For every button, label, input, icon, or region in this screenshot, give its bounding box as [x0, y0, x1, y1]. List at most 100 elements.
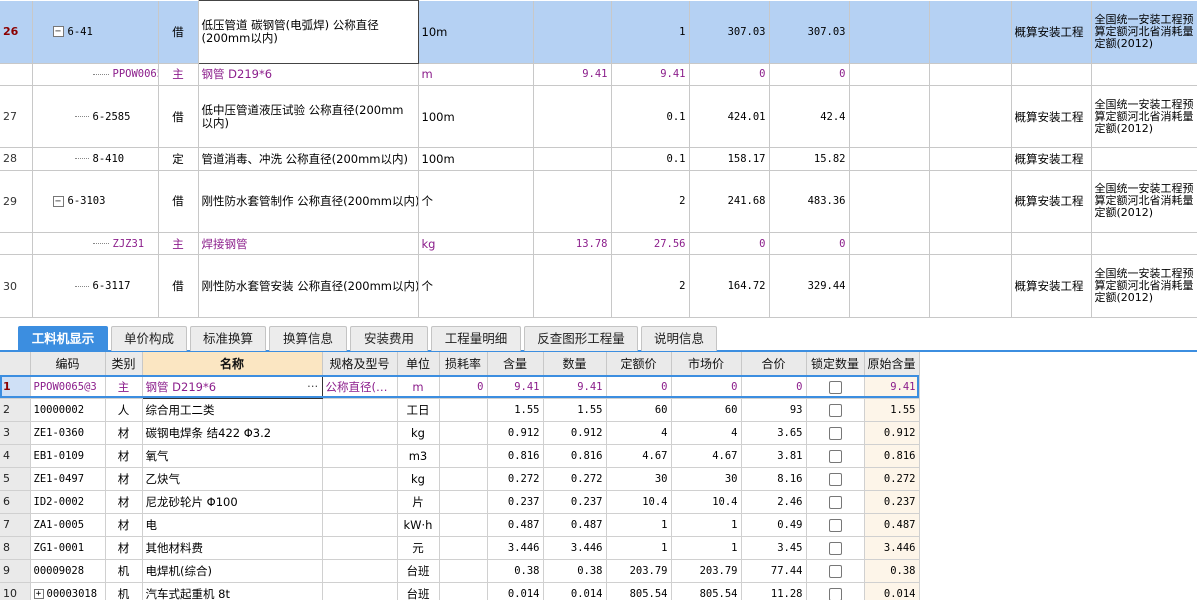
col-header-original-content[interactable]: 原始含量 — [864, 352, 920, 376]
lock-checkbox[interactable] — [828, 541, 842, 555]
loss-rate-cell[interactable] — [439, 513, 488, 537]
lock-quantity-cell[interactable] — [806, 582, 865, 600]
name-cell[interactable]: 刚性防水套管安装 公称直径(200mm以内) — [198, 254, 419, 318]
name-cell[interactable]: 其他材料费 — [142, 536, 323, 560]
spec-cell[interactable] — [322, 421, 398, 445]
col-header-unit[interactable]: 单位 — [397, 352, 440, 376]
loss-rate-cell[interactable] — [439, 490, 488, 514]
lock-quantity-cell[interactable] — [806, 490, 865, 514]
resource-row[interactable]: 2 10000002 人综合用工二类 工日 1.55 1.55 60 60 93 1.55 — [0, 398, 920, 422]
plus-box-icon[interactable]: + — [33, 588, 44, 599]
lock-quantity-cell[interactable] — [806, 513, 865, 537]
resource-row[interactable]: 9 00009028 机电焊机(综合) 台班 0.38 0.38 203.79 203.79 7… — [0, 559, 920, 583]
lock-quantity-cell[interactable] — [806, 375, 865, 399]
market-price-cell[interactable]: 4.67 — [671, 444, 742, 468]
lock-checkbox[interactable] — [828, 587, 842, 600]
minus-box-icon[interactable]: − — [52, 195, 64, 207]
resource-row[interactable]: 8 ZG1-0001 材其他材料费元 3.446 3.446 1 1 3.45 3.446 — [0, 536, 920, 560]
loss-rate-cell[interactable] — [439, 398, 488, 422]
lock-quantity-cell[interactable] — [806, 444, 865, 468]
name-cell[interactable]: 钢管 D219*6 ⋯ — [141, 374, 323, 399]
market-price-cell[interactable]: 60 — [671, 398, 742, 422]
quota-row[interactable]: 29 −6-3103 借 刚性防水套管制作 公称直径(200mm以内) 个 2 … — [0, 170, 1197, 234]
loss-rate-cell[interactable] — [439, 467, 488, 491]
quota-row[interactable]: 26 −6-41 借 低压管道 碳钢管(电弧焊) 公称直径(200mm以内) 1… — [0, 0, 1197, 64]
minus-box-icon[interactable]: − — [52, 26, 64, 38]
quantity-cell[interactable]: 0.912 — [543, 421, 607, 445]
spec-cell[interactable] — [322, 398, 398, 422]
resource-row[interactable]: 3 ZE1-0360 材碳钢电焊条 结422 Φ3.2 kg 0.912 0.912 4 4 3… — [0, 421, 920, 445]
resource-row[interactable]: 6 ID2-0002 材尼龙砂轮片 Φ100 片 0.237 0.237 10.4 10.4 2… — [0, 490, 920, 514]
name-cell[interactable]: 低中压管道液压试验 公称直径(200mm以内) — [198, 85, 419, 149]
col-header-type[interactable]: 类别 — [105, 352, 143, 376]
loss-rate-cell[interactable] — [439, 582, 488, 600]
material-row[interactable]: PPOW0065@3 主 钢管 D219*6 m 9.41 9.41 0 0 — [0, 63, 1197, 86]
resource-row[interactable]: 4 EB1-0109 材氧气 m3 0.816 0.816 4.67 4.67 3.81 0.81… — [0, 444, 920, 468]
lock-checkbox[interactable] — [828, 495, 842, 509]
col-header-content[interactable]: 含量 — [487, 352, 544, 376]
lock-checkbox[interactable] — [828, 403, 842, 417]
spec-cell[interactable]: 公称直径(… — [322, 375, 398, 399]
spec-cell[interactable] — [322, 444, 398, 468]
quantity-cell[interactable]: 27.56 — [611, 232, 690, 256]
content-cell[interactable]: 0.38 — [487, 559, 544, 583]
quantity-cell[interactable]: 9.41 — [611, 63, 690, 86]
spec-cell[interactable] — [322, 490, 398, 514]
ellipsis-icon[interactable]: ⋯ — [307, 379, 319, 393]
quantity-cell[interactable]: 0.014 — [543, 582, 607, 600]
quantity-cell[interactable]: 0.1 — [611, 85, 690, 149]
col-header-total[interactable]: 合价 — [741, 352, 807, 376]
lock-checkbox[interactable] — [828, 449, 842, 463]
loss-rate-cell[interactable] — [439, 559, 488, 583]
quota-row[interactable]: 27 6-2585 借 低中压管道液压试验 公称直径(200mm以内) 100m… — [0, 85, 1197, 149]
content-cell[interactable]: 0.237 — [487, 490, 544, 514]
col-header-spec[interactable]: 规格及型号 — [322, 352, 398, 376]
resource-row[interactable]: 10 +00003018 机汽车式起重机 8t 台班 0.014 0.014 805.54 8… — [0, 582, 920, 600]
code-cell[interactable]: 6-3117 — [32, 254, 159, 318]
spec-cell[interactable] — [322, 582, 398, 600]
content-cell[interactable]: 3.446 — [487, 536, 544, 560]
content-cell[interactable]: 0.912 — [487, 421, 544, 445]
content-cell[interactable]: 1.55 — [487, 398, 544, 422]
tab-conversion-info[interactable]: 换算信息 — [269, 326, 347, 351]
market-price-cell[interactable]: 1 — [671, 536, 742, 560]
lock-checkbox[interactable] — [828, 426, 842, 440]
material-row[interactable]: ZJZ31 主 焊接钢管 kg 13.78 27.56 0 0 — [0, 232, 1197, 256]
tab-reverse-lookup-graphics[interactable]: 反查图形工程量 — [524, 326, 638, 351]
spec-cell[interactable] — [322, 536, 398, 560]
lock-quantity-cell[interactable] — [806, 467, 865, 491]
quantity-cell[interactable]: 0.816 — [543, 444, 607, 468]
tab-labor-material-machine[interactable]: 工料机显示 — [18, 326, 108, 351]
content-cell[interactable]: 0.487 — [487, 513, 544, 537]
loss-rate-cell[interactable]: 0 — [439, 375, 488, 399]
name-cell[interactable]: 尼龙砂轮片 Φ100 — [142, 490, 323, 514]
name-cell[interactable]: 综合用工二类 — [142, 398, 323, 422]
market-price-cell[interactable]: 4 — [671, 421, 742, 445]
name-cell[interactable]: 钢管 D219*6 — [198, 63, 419, 86]
name-cell[interactable]: 乙炔气 — [142, 467, 323, 491]
spec-cell[interactable] — [322, 559, 398, 583]
tab-unit-price-composition[interactable]: 单价构成 — [111, 326, 187, 351]
resource-row[interactable]: 7 ZA1-0005 材电 kW·h 0.487 0.487 1 1 0.49 0.487 — [0, 513, 920, 537]
name-cell[interactable]: 氧气 — [142, 444, 323, 468]
col-header-lock-quantity[interactable]: 锁定数量 — [806, 352, 865, 376]
content-cell[interactable]: 9.41 — [487, 375, 544, 399]
name-cell[interactable]: 低压管道 碳钢管(电弧焊) 公称直径(200mm以内) — [197, 0, 419, 64]
lock-checkbox[interactable] — [828, 518, 842, 532]
lock-checkbox[interactable] — [828, 380, 842, 394]
quantity-cell[interactable]: 0.237 — [543, 490, 607, 514]
loss-rate-cell[interactable] — [439, 536, 488, 560]
lock-checkbox[interactable] — [828, 564, 842, 578]
quantity-cell[interactable]: 3.446 — [543, 536, 607, 560]
col-header-code[interactable]: 编码 — [30, 352, 106, 376]
market-price-cell[interactable]: 30 — [671, 467, 742, 491]
market-price-cell[interactable]: 203.79 — [671, 559, 742, 583]
quantity-cell[interactable]: 0.487 — [543, 513, 607, 537]
name-cell[interactable]: 电焊机(综合) — [142, 559, 323, 583]
name-cell[interactable]: 汽车式起重机 8t — [142, 582, 323, 600]
market-price-cell[interactable]: 805.54 — [671, 582, 742, 600]
market-price-cell[interactable]: 1 — [671, 513, 742, 537]
quantity-cell[interactable]: 9.41 — [543, 375, 607, 399]
spec-cell[interactable] — [322, 513, 398, 537]
tab-description[interactable]: 说明信息 — [641, 326, 717, 351]
